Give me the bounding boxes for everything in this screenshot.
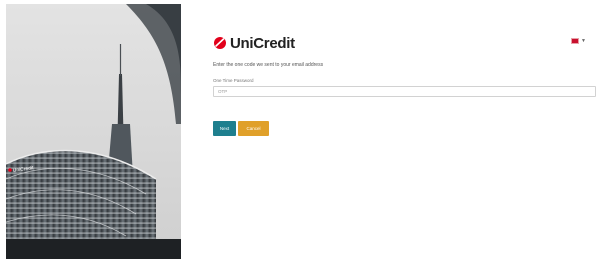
chevron-down-icon: ▼ bbox=[581, 37, 586, 44]
brand-name: UniCredit bbox=[230, 34, 295, 52]
flag-icon bbox=[571, 38, 580, 44]
hero-photo: UniCredit bbox=[6, 4, 181, 259]
brand-logo: UniCredit bbox=[213, 34, 295, 52]
language-selector[interactable]: ▼ bbox=[571, 38, 586, 44]
unicredit-logo-icon bbox=[214, 37, 226, 49]
otp-field-label: One Time Password bbox=[213, 78, 254, 83]
cancel-button[interactable]: Cancel bbox=[238, 121, 269, 136]
next-button[interactable]: Next bbox=[213, 121, 236, 136]
sign-logo-mark bbox=[8, 168, 12, 172]
otp-input[interactable] bbox=[213, 86, 596, 97]
login-panel: UniCredit ▼ Enter the one code we sent t… bbox=[213, 0, 598, 259]
unicredit-tower-image: UniCredit bbox=[6, 4, 181, 259]
otp-instruction-text: Enter the one code we sent to your email… bbox=[213, 62, 324, 68]
